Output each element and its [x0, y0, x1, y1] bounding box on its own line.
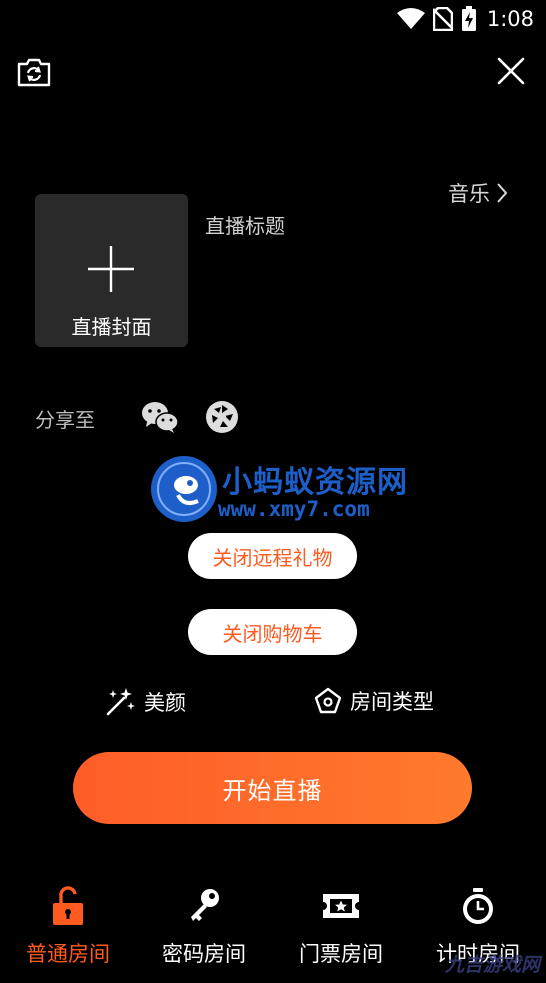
beauty-button[interactable]: 美颜: [104, 686, 186, 718]
status-bar: 1:08: [0, 0, 546, 42]
close-cart-button[interactable]: 关闭购物车: [188, 609, 357, 655]
pentagon-icon: [314, 687, 342, 714]
tab-normal-room[interactable]: 普通房间: [0, 880, 136, 968]
no-sim-icon: [432, 7, 453, 31]
cover-label: 直播封面: [71, 315, 152, 339]
close-remote-gift-button[interactable]: 关闭远程礼物: [188, 533, 357, 579]
room-type-label: 房间类型: [350, 690, 434, 714]
status-time: 1:08: [486, 7, 534, 31]
close-icon[interactable]: [496, 56, 526, 86]
ant-logo-icon: [151, 456, 217, 522]
battery-charging-icon: [461, 6, 476, 31]
chevron-right-icon: [497, 183, 508, 203]
watermark: 小蚂蚁资源网 www.xmy7.com: [150, 455, 410, 525]
wechat-icon[interactable]: [141, 400, 179, 434]
tab-label: 普通房间: [26, 942, 110, 966]
wifi-icon: [396, 8, 425, 29]
tab-label: 密码房间: [162, 942, 246, 966]
music-button[interactable]: 音乐: [448, 178, 508, 208]
key-icon: [191, 889, 219, 921]
corner-watermark: 九吉游戏网: [444, 954, 540, 976]
cover-upload-button[interactable]: 直播封面: [35, 194, 188, 347]
start-live-button[interactable]: 开始直播: [73, 752, 472, 824]
music-label: 音乐: [448, 182, 490, 206]
magic-wand-icon: [106, 688, 135, 716]
tab-label: 门票房间: [299, 942, 383, 966]
beauty-label: 美颜: [144, 691, 186, 715]
watermark-cn: 小蚂蚁资源网: [222, 465, 408, 500]
moments-icon[interactable]: [205, 400, 239, 434]
unlock-icon: [53, 886, 83, 925]
title-input[interactable]: [205, 246, 505, 276]
share-label: 分享至: [35, 408, 95, 432]
tab-password-room[interactable]: 密码房间: [136, 880, 272, 968]
room-type-button[interactable]: 房间类型: [314, 686, 434, 716]
plus-icon: [88, 246, 134, 292]
title-label: 直播标题: [205, 214, 285, 238]
watermark-url: www.xmy7.com: [218, 497, 370, 521]
ticket-icon: [323, 894, 359, 918]
camera-switch-icon[interactable]: [16, 56, 52, 88]
tab-ticket-room[interactable]: 门票房间: [273, 880, 409, 968]
stopwatch-icon: [463, 888, 493, 924]
status-icons: 1:08: [396, 6, 534, 32]
